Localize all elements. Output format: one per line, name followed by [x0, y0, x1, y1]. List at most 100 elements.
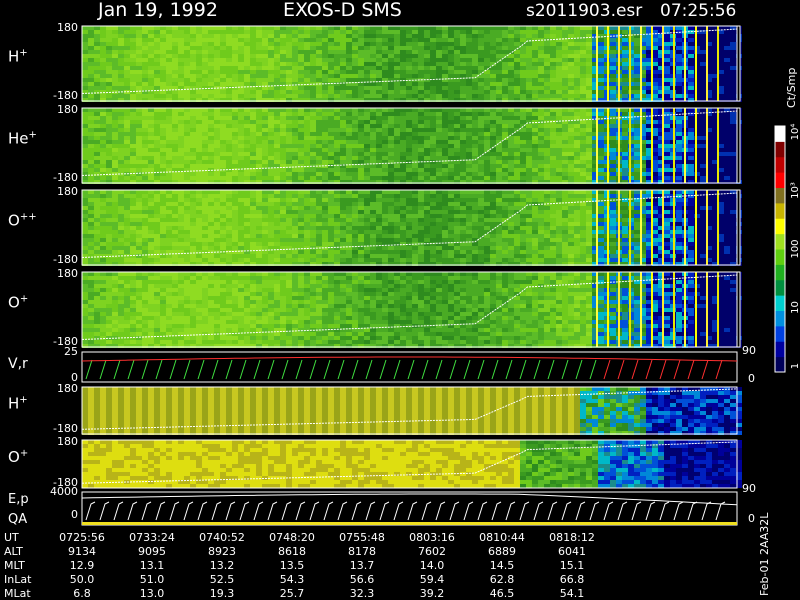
spectrogram-cell	[196, 74, 202, 78]
spectrogram-cell	[280, 34, 286, 38]
spectrogram-cell	[172, 74, 178, 78]
spectrogram-cell	[394, 164, 400, 168]
spectrogram-cell	[478, 144, 484, 148]
spectrogram-cell	[238, 214, 244, 218]
spectrogram-cell	[106, 242, 112, 246]
spectrogram-cell	[622, 168, 628, 172]
spectrogram-cell	[358, 78, 364, 82]
spectrogram-cell	[484, 66, 490, 70]
spectrogram-cell	[436, 54, 442, 58]
spectrogram-cell	[346, 78, 352, 82]
spectrogram-cell	[460, 164, 466, 168]
spectrogram-cell	[220, 70, 226, 74]
spectrogram-cell	[526, 26, 532, 30]
spectrogram-cell	[484, 78, 490, 82]
spectrogram-cell	[238, 258, 244, 262]
spectrogram-cell	[418, 90, 424, 94]
spectrogram-cell	[430, 70, 436, 74]
spectrogram-cell	[118, 124, 124, 128]
spectrogram-cell	[226, 90, 232, 94]
spectrogram-cell	[364, 160, 370, 164]
spectrogram-cell	[322, 74, 328, 78]
spectrogram-cell	[310, 70, 316, 74]
spectrogram-cell	[292, 194, 298, 198]
spectrogram-cell	[664, 94, 670, 98]
spectrogram-cell	[388, 62, 394, 66]
spectrogram-cell	[256, 26, 262, 30]
spectrogram-cell	[430, 172, 436, 176]
spectrogram-cell	[412, 50, 418, 54]
spectrogram-cell	[292, 222, 298, 226]
spectrogram-cell	[574, 164, 580, 168]
spectrogram-cell	[208, 202, 214, 206]
spectrogram-cell	[172, 164, 178, 168]
spectrogram-cell	[250, 128, 256, 132]
spectrogram-cell	[286, 144, 292, 148]
spectrogram-cell	[490, 156, 496, 160]
spectrogram-cell	[124, 206, 130, 210]
spectrogram-cell	[568, 94, 574, 98]
spectrogram-cell	[94, 38, 100, 42]
spectrogram-cell	[310, 144, 316, 148]
spectrogram-cell	[454, 50, 460, 54]
spectrogram-cell	[142, 66, 148, 70]
spectrogram-cell	[82, 164, 88, 168]
spectrogram-cell	[262, 34, 268, 38]
spectrogram-cell	[328, 120, 334, 124]
spectrogram-cell	[298, 214, 304, 218]
spectrogram-cell	[514, 26, 520, 30]
spectrogram-cell	[208, 34, 214, 38]
spectrogram-cell	[730, 54, 736, 58]
spectrogram-cell	[178, 206, 184, 210]
spectrogram-cell	[256, 58, 262, 62]
spectrogram-cell	[298, 90, 304, 94]
spectrogram-cell	[280, 38, 286, 42]
spectrogram-cell	[88, 144, 94, 148]
spectrogram-cell	[400, 38, 406, 42]
spectrogram-cell	[172, 90, 178, 94]
spectrogram-cell	[598, 74, 604, 78]
spectrogram-cell	[148, 234, 154, 238]
spectrogram-cell	[364, 176, 370, 180]
spectrogram-cell	[172, 136, 178, 140]
spectrogram-cell	[292, 128, 298, 132]
spectrogram-cell	[316, 230, 322, 234]
spectrogram-cell	[412, 172, 418, 176]
spectrogram-cell	[124, 210, 130, 214]
spectrogram-cell	[622, 58, 628, 62]
spectrogram-cell	[676, 156, 682, 160]
spectrogram-cell	[556, 54, 562, 58]
spectrogram-cell	[190, 136, 196, 140]
spectrogram-cell	[232, 214, 238, 218]
spectrogram-cell	[94, 164, 100, 168]
spectrogram-cell	[124, 42, 130, 46]
spectrogram-cell	[196, 30, 202, 34]
spectrogram-cell	[676, 124, 682, 128]
spectrogram-cell	[466, 112, 472, 116]
spectrogram-cell	[358, 70, 364, 74]
spectrogram-cell	[508, 26, 514, 30]
spectrogram-cell	[574, 94, 580, 98]
spectrogram-cell	[118, 144, 124, 148]
spectrogram-cell	[556, 112, 562, 116]
spectrogram-cell	[676, 132, 682, 136]
spectrogram-cell	[664, 160, 670, 164]
spectrogram-cell	[316, 78, 322, 82]
spectrogram-cell	[286, 160, 292, 164]
spectrogram-cell	[700, 108, 706, 112]
spectrogram-cell	[310, 152, 316, 156]
spectrogram-cell	[142, 120, 148, 124]
spectrogram-cell	[664, 168, 670, 172]
spectrogram-cell	[580, 58, 586, 62]
spectrogram-cell	[472, 140, 478, 144]
spectrogram-cell	[358, 94, 364, 98]
spectrogram-cell	[448, 90, 454, 94]
spectrogram-cell	[676, 78, 682, 82]
spectrogram-cell	[88, 66, 94, 70]
spectrogram-cell	[394, 124, 400, 128]
spectrogram-cell	[394, 26, 400, 30]
spectrogram-cell	[460, 120, 466, 124]
spectrogram-cell	[196, 190, 202, 194]
spectrogram-cell	[154, 222, 160, 226]
spectrogram-cell	[232, 140, 238, 144]
